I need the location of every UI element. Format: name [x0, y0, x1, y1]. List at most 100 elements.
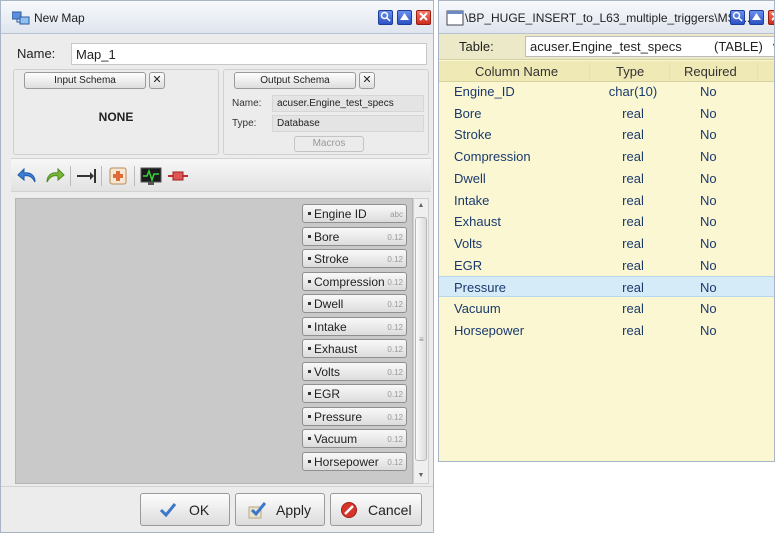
close-window-button[interactable] [416, 10, 431, 25]
type-cell: real [622, 257, 644, 273]
field-pill[interactable]: Volts 0.12 [302, 361, 407, 381]
undo-icon[interactable] [17, 165, 39, 187]
field-name: Pressure [314, 409, 363, 424]
title-bar[interactable]: New Map [1, 1, 433, 34]
field-pill[interactable]: Horsepower 0.12 [302, 451, 407, 471]
table-row[interactable]: Bore real No [439, 103, 774, 124]
table-row[interactable]: Dwell real No [439, 168, 774, 189]
table-row[interactable]: Stroke real No [439, 124, 774, 145]
ok-button[interactable]: OK [140, 493, 230, 526]
type-cell: real [622, 170, 644, 186]
redo-icon[interactable] [43, 165, 65, 187]
type-cell: real [622, 301, 644, 316]
field-type: 0.12 [387, 390, 403, 399]
input-schema-button[interactable]: Input Schema [24, 72, 146, 89]
field-type: abc [390, 210, 403, 219]
apply-label: Apply [276, 502, 312, 518]
column-name-cell: Dwell [454, 170, 486, 186]
cancel-button[interactable]: Cancel [330, 493, 422, 526]
column-name-cell: Stroke [454, 127, 492, 143]
required-cell: No [700, 301, 717, 316]
type-header[interactable]: Type [616, 64, 644, 79]
field-pill[interactable]: Intake 0.12 [302, 316, 407, 336]
column-name-cell: EGR [454, 257, 483, 273]
scroll-thumb[interactable]: ≡ [415, 217, 427, 461]
table-row[interactable]: Vacuum real No [439, 298, 774, 319]
magnify-icon [380, 11, 391, 22]
table-label: Table: [459, 39, 494, 54]
field-pill[interactable]: Vacuum 0.12 [302, 429, 407, 448]
field-name: Horsepower [314, 454, 379, 469]
field-bullet-icon [308, 257, 311, 260]
map-name-input[interactable] [71, 43, 427, 65]
field-name: Vacuum [314, 432, 358, 446]
table-zoom-button[interactable] [730, 10, 745, 25]
clear-input-schema-button[interactable]: ✕ [149, 72, 165, 89]
field-name: Dwell [314, 297, 344, 311]
required-cell: No [700, 280, 717, 296]
table-select[interactable]: acuser.Engine_test_specs (TABLE) ▼ [525, 36, 774, 57]
field-bullet-icon [308, 369, 311, 373]
magnify-icon [732, 11, 743, 22]
connector-icon[interactable] [167, 165, 189, 187]
field-pill[interactable]: Engine ID abc [302, 204, 407, 223]
field-name: EGR [314, 387, 341, 401]
field-bullet-icon [308, 302, 311, 305]
required-header[interactable]: Required [684, 64, 737, 79]
field-pill[interactable]: Stroke 0.12 [302, 249, 407, 268]
field-type: 0.12 [387, 232, 403, 242]
type-cell: real [622, 214, 644, 230]
canvas-scrollbar[interactable]: ▲ ≡ ▼ [413, 198, 429, 484]
field-pill[interactable]: Exhaust 0.12 [302, 339, 407, 358]
required-cell: No [700, 257, 717, 273]
field-pill[interactable]: Dwell 0.12 [302, 294, 407, 313]
input-schema-panel: Input Schema ✕ NONE [13, 69, 219, 155]
field-type: 0.12 [387, 412, 403, 422]
scroll-down-icon[interactable]: ▼ [414, 469, 428, 483]
table-close-button[interactable] [768, 10, 774, 25]
column-divider [669, 62, 670, 81]
table-row[interactable]: Volts real No [439, 233, 774, 254]
insert-column-icon[interactable] [75, 165, 97, 187]
clear-output-schema-button[interactable]: ✕ [359, 72, 375, 89]
output-schema-button[interactable]: Output Schema [234, 72, 356, 89]
table-row[interactable]: Intake real No [439, 190, 774, 211]
toolbar-separator [134, 166, 135, 186]
field-pill[interactable]: EGR 0.12 [302, 384, 407, 403]
new-map-window: New Map Name: Input Schema ✕ NONE Output… [0, 0, 434, 533]
table-row[interactable]: Horsepower real No [439, 320, 774, 341]
column-name-cell: Intake [454, 192, 490, 208]
field-pill[interactable]: Compression 0.12 [302, 271, 407, 291]
table-selector-bar: Table: acuser.Engine_test_specs (TABLE) … [439, 34, 774, 60]
field-type: 0.12 [387, 300, 403, 309]
apply-button[interactable]: Apply [235, 493, 325, 526]
scroll-up-icon[interactable]: ▲ [414, 199, 428, 213]
chevron-down-icon: ▼ [771, 37, 774, 56]
table-row[interactable]: Exhaust real No [439, 211, 774, 232]
column-name-cell: Vacuum [454, 301, 501, 316]
field-pill[interactable]: Bore 0.12 [302, 226, 407, 246]
column-name-header[interactable]: Column Name [475, 64, 558, 79]
table-name: acuser.Engine_test_specs [530, 39, 682, 54]
column-name-cell: Bore [454, 105, 482, 121]
table-window-title: \BP_HUGE_INSERT_to_L63_multiple_triggers… [465, 11, 754, 25]
field-pill[interactable]: Pressure 0.12 [302, 406, 407, 426]
output-name-value: acuser.Engine_test_specs [272, 95, 424, 112]
table-title-bar[interactable]: \BP_HUGE_INSERT_to_L63_multiple_triggers… [439, 1, 774, 34]
table-row[interactable]: Engine_ID char(10) No [439, 81, 774, 102]
field-bullet-icon [308, 347, 311, 350]
input-schema-status: NONE [98, 110, 134, 124]
required-cell: No [700, 322, 717, 338]
table-row[interactable]: Compression real No [439, 146, 774, 167]
table-row[interactable]: EGR real No [439, 255, 774, 276]
field-type: 0.12 [387, 255, 403, 264]
macros-button[interactable]: Macros [294, 136, 364, 152]
zoom-button[interactable] [378, 10, 393, 25]
triangle-up-icon [400, 13, 409, 20]
table-maximize-button[interactable] [749, 10, 764, 25]
maximize-button[interactable] [397, 10, 412, 25]
mapping-canvas[interactable]: Engine ID abc Bore 0.12 Stroke 0.12 Compressio… [15, 198, 413, 484]
table-row[interactable]: Pressure real No [439, 276, 774, 298]
monitor-icon[interactable] [140, 165, 162, 187]
add-field-icon[interactable] [107, 165, 129, 187]
